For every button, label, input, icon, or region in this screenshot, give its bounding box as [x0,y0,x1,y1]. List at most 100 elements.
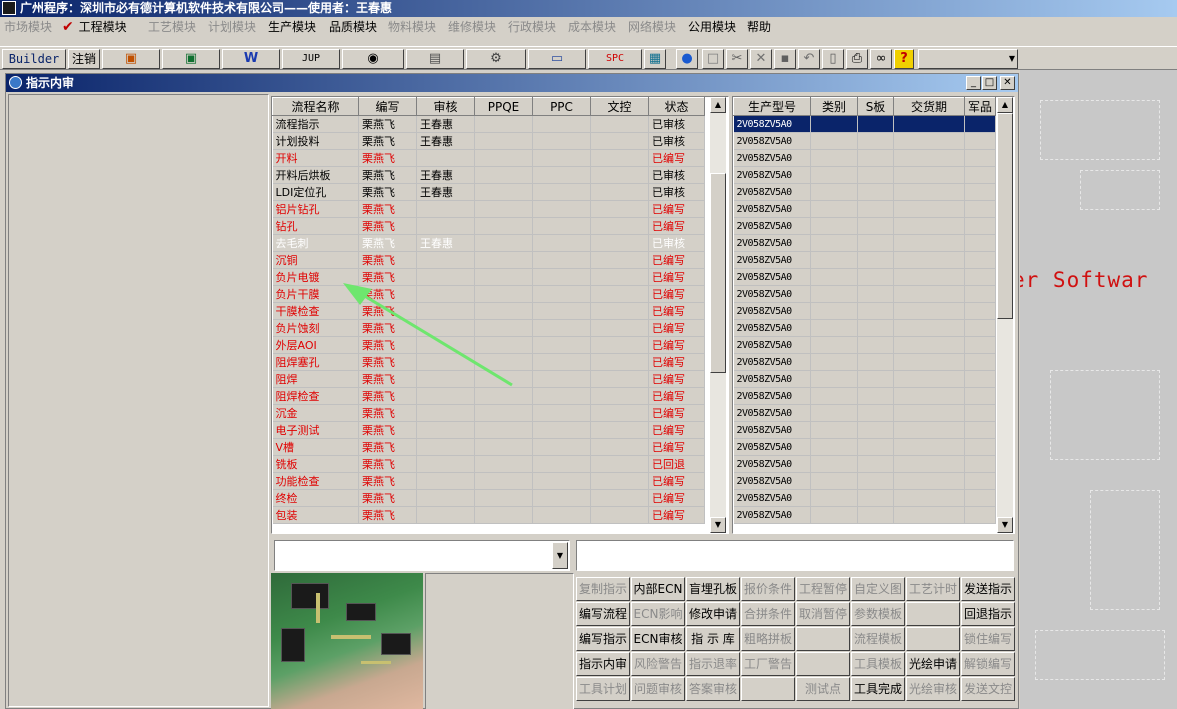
table-row[interactable]: 包装 栗燕飞 已编写 [272,506,705,524]
table-row[interactable]: 钻孔 栗燕飞 已编写 [272,217,705,235]
network-icon[interactable]: ⚙ [466,49,526,69]
menu-item-2[interactable]: 工艺模块 [148,20,196,34]
ppt-icon[interactable]: ▣ [102,49,160,69]
minimize-icon[interactable]: _ [966,76,981,90]
scroll-up-icon[interactable]: ▲ [997,97,1013,113]
action-button[interactable]: 光绘申请 [906,652,960,676]
menu-item-10[interactable]: 网络模块 [628,20,676,34]
chevron-down-icon[interactable]: ▼ [552,542,568,569]
menu-item-7[interactable]: 维修模块 [448,20,496,34]
column-header[interactable]: 军品 [964,97,996,116]
column-header[interactable]: 流程名称 [272,97,359,116]
remark-select[interactable]: ▼ [274,540,570,571]
menu-item-5[interactable]: 品质模块 [329,20,377,34]
action-button[interactable] [796,652,850,676]
action-button[interactable]: 流程模板 [851,627,905,651]
table-row[interactable]: 沉铜 栗燕飞 已编写 [272,251,705,269]
menu-item-6[interactable]: 物料模块 [388,20,436,34]
eye-icon[interactable]: ◉ [342,49,404,69]
menu-item-8[interactable]: 行政模块 [508,20,556,34]
table-row[interactable]: 2V058ZV5A0 [733,183,996,201]
table-row[interactable]: 2V058ZV5A0 [733,217,996,235]
print-icon[interactable]: ⎙ [846,49,868,69]
table-row[interactable]: 2V058ZV5A0 [733,489,996,507]
table-row[interactable]: 铝片钻孔 栗燕飞 已编写 [272,200,705,218]
table-row[interactable]: 2V058ZV5A0 [733,302,996,320]
table-row[interactable]: 开料 栗燕飞 已编写 [272,149,705,167]
action-button[interactable]: 工具完成 [851,677,905,701]
action-button[interactable]: 盲埋孔板 [686,577,740,601]
table-row[interactable]: 负片蚀刻 栗燕飞 已编写 [272,319,705,337]
action-button[interactable]: 工厂警告 [741,652,795,676]
action-button[interactable]: 合拼条件 [741,602,795,626]
save-icon[interactable]: ▪ [774,49,796,69]
table-row[interactable]: 2V058ZV5A0 [733,234,996,252]
delete-icon[interactable]: ✕ [750,49,772,69]
menu-item-9[interactable]: 成本模块 [568,20,616,34]
table-row[interactable]: 2V058ZV5A0 [733,149,996,167]
scroll-thumb[interactable] [997,113,1013,319]
logout-button[interactable]: 注销 [68,49,100,69]
action-button[interactable]: 编写指示 [576,627,630,651]
computer-icon[interactable]: ▭ [528,49,586,69]
action-button[interactable]: ECN影响 [631,602,685,626]
remark-input[interactable] [576,540,1014,571]
word-icon[interactable]: W [222,49,280,69]
excel-icon[interactable]: ▣ [162,49,220,69]
action-button[interactable]: 参数模板 [851,602,905,626]
action-button[interactable]: 工程暂停 [796,577,850,601]
action-button[interactable]: 解锁编写 [961,652,1015,676]
flow-scrollbar[interactable]: ▲ ▼ [710,97,726,533]
action-button[interactable] [906,627,960,651]
menu-item-4[interactable]: 生产模块 [268,20,316,34]
scroll-thumb[interactable] [710,173,726,373]
table-row[interactable]: 2V058ZV5A0 [733,268,996,286]
table-row[interactable]: 阻焊 栗燕飞 已编写 [272,370,705,388]
maximize-icon[interactable]: □ [982,76,997,90]
action-button[interactable]: 指示退率 [686,652,740,676]
table-row[interactable]: 2V058ZV5A0 [733,472,996,490]
table-row[interactable]: LDI定位孔 栗燕飞 王春惠 已审核 [272,183,705,201]
menu-item-0[interactable]: 市场模块 [4,20,52,34]
action-button[interactable]: 答案审核 [686,677,740,701]
action-button[interactable]: 取消暂停 [796,602,850,626]
database-icon[interactable]: ▤ [406,49,464,69]
menu-item-11[interactable]: 公用模块 [688,20,736,34]
column-header[interactable]: PPC [532,97,591,116]
column-header[interactable]: 编写 [358,97,417,116]
action-button[interactable]: 粗略拼板 [741,627,795,651]
column-header[interactable]: 审核 [416,97,475,116]
binoculars-icon[interactable]: ∞ [870,49,892,69]
table-row[interactable]: 开料后烘板 栗燕飞 王春惠 已审核 [272,166,705,184]
column-header[interactable]: 生产型号 [733,97,811,116]
table-row[interactable]: 2V058ZV5A0 [733,387,996,405]
action-button[interactable] [796,627,850,651]
table-row[interactable]: 负片电镀 栗燕飞 已编写 [272,268,705,286]
calculator-icon[interactable]: ▦ [644,49,666,69]
cut-icon[interactable]: ✂ [726,49,748,69]
action-button[interactable]: 回退指示 [961,602,1015,626]
action-button[interactable]: 报价条件 [741,577,795,601]
spc-button[interactable]: SPC [588,49,642,69]
menu-item-3[interactable]: 计划模块 [208,20,256,34]
toolbar-combo[interactable]: ▼ [918,49,1018,69]
table-row[interactable]: 电子测试 栗燕飞 已编写 [272,421,705,439]
table-row[interactable]: 沉金 栗燕飞 已编写 [272,404,705,422]
builder-button[interactable]: Builder [2,49,66,69]
scroll-down-icon[interactable]: ▼ [710,517,726,533]
menu-item-12[interactable]: 帮助 [747,20,771,34]
table-row[interactable]: 干膜检查 栗燕飞 已编写 [272,302,705,320]
action-button[interactable]: 工艺计时 [906,577,960,601]
table-row[interactable]: 2V058ZV5A0 [733,404,996,422]
scroll-down-icon[interactable]: ▼ [997,517,1013,533]
table-row[interactable]: 2V058ZV5A0 [733,132,996,150]
action-button[interactable]: 指示内审 [576,652,630,676]
action-button[interactable]: 测试点 [796,677,850,701]
column-header[interactable]: S板 [857,97,894,116]
globe-icon[interactable]: ● [676,49,698,69]
action-button[interactable]: 风险警告 [631,652,685,676]
table-row[interactable]: 2V058ZV5A0 [733,251,996,269]
table-row[interactable]: 2V058ZV5A0 [733,353,996,371]
table-row[interactable]: 2V058ZV5A0 [733,370,996,388]
table-row[interactable]: 2V058ZV5A0 [733,336,996,354]
